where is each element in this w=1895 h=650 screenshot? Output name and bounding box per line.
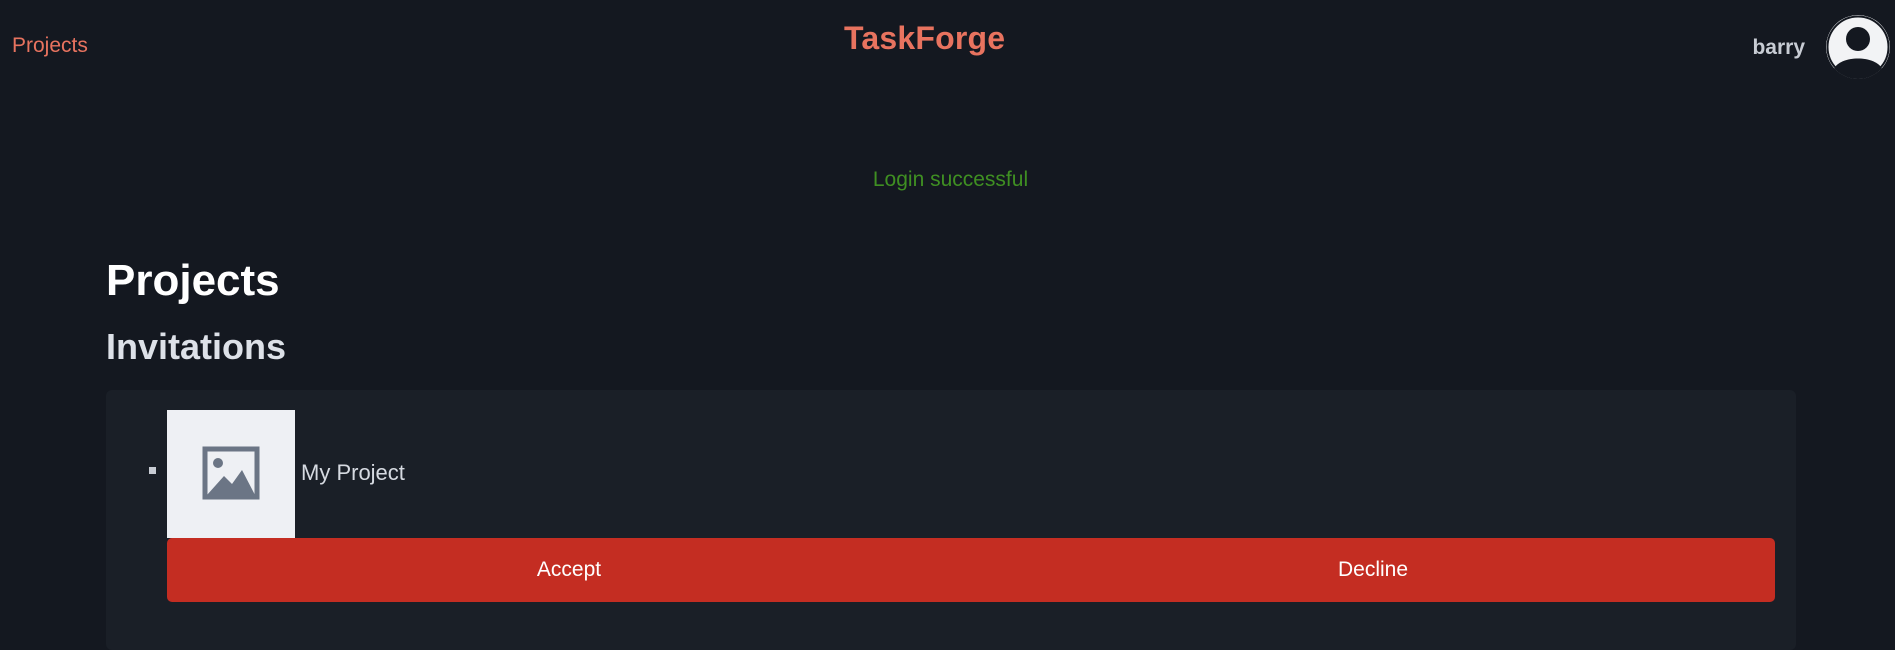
brand-logo-text[interactable]: TaskForge <box>844 20 1005 57</box>
invitation-actions: Accept Decline <box>167 538 1775 602</box>
image-placeholder-icon <box>202 446 260 500</box>
project-thumbnail <box>167 410 295 538</box>
page: Projects TaskForge barry Login successfu… <box>0 0 1895 650</box>
invitations-list: My Project Accept Decline <box>106 390 1796 650</box>
accept-button[interactable]: Accept <box>167 538 971 602</box>
username-label: barry <box>1752 36 1805 59</box>
decline-button[interactable]: Decline <box>971 538 1775 602</box>
user-circle-icon <box>1826 15 1890 79</box>
page-title: Projects <box>106 256 280 305</box>
invitation-project-name: My Project <box>301 460 405 485</box>
invitations-heading: Invitations <box>106 326 287 367</box>
flash-message: Login successful <box>0 168 1895 192</box>
list-bullet <box>149 467 156 474</box>
nav-link-projects[interactable]: Projects <box>12 34 88 58</box>
flash-text: Login successful <box>872 168 1029 191</box>
avatar[interactable] <box>1826 15 1890 79</box>
